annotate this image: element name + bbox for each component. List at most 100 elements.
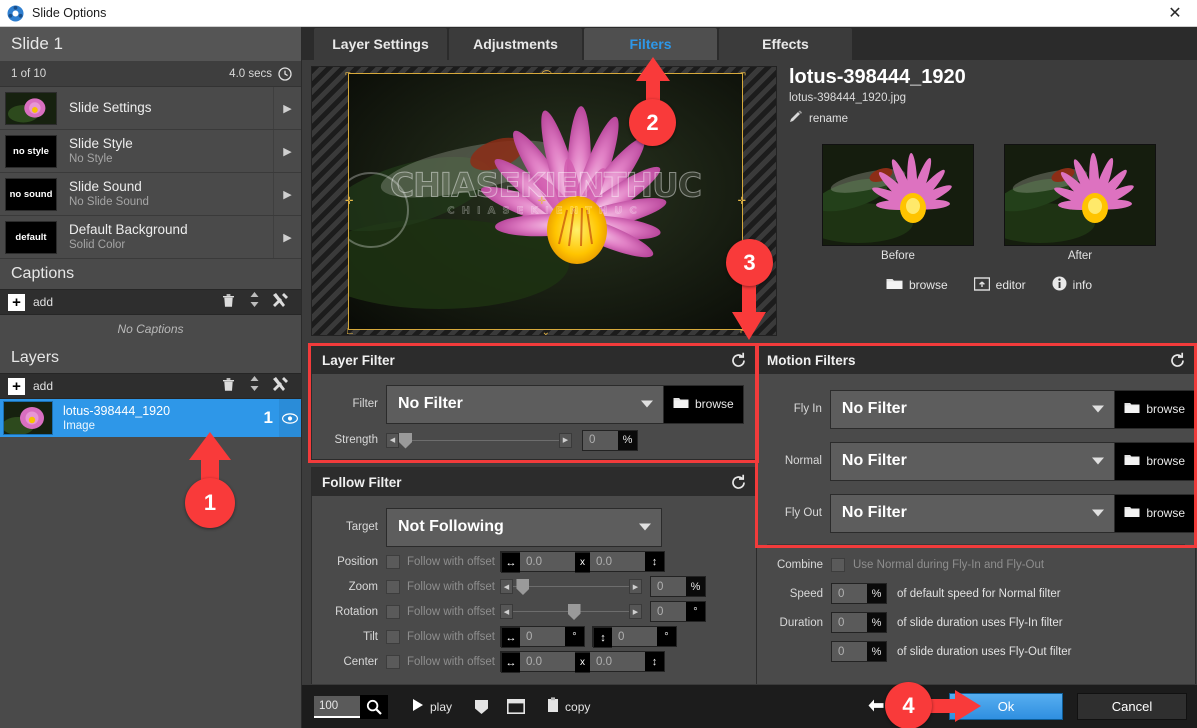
filter-value: No Filter: [398, 395, 463, 412]
strength-input[interactable]: 0 %: [582, 429, 638, 451]
shield-icon[interactable]: [474, 699, 489, 715]
tab-effects[interactable]: Effects: [719, 28, 852, 60]
reorder-icon[interactable]: [241, 375, 267, 397]
tilt-h-input[interactable]: ↔ 0 °: [500, 626, 585, 648]
slide-meta: 1 of 10 4.0 secs: [0, 61, 301, 87]
cancel-button[interactable]: Cancel: [1077, 693, 1187, 720]
normal-select[interactable]: No Filter: [829, 441, 1116, 481]
tools-icon[interactable]: [267, 376, 293, 397]
chevron-right-icon[interactable]: ▶: [273, 130, 301, 172]
slide-preview[interactable]: CHIASEKIENTHUC CHIASEKIENTHUC ⌐ ¬ ∟ ⌐ ⌒ …: [311, 66, 777, 336]
sidebar-item-label: Slide Settings: [69, 100, 152, 115]
filter-browse-button[interactable]: browse: [664, 384, 744, 424]
sidebar-item-default-background[interactable]: default Default Background Solid Color ▶: [0, 216, 301, 259]
folder-icon: [1124, 402, 1140, 417]
rename-button[interactable]: rename: [789, 110, 1189, 127]
close-icon[interactable]: ✕: [1153, 0, 1197, 26]
sidebar-item-slide-sound[interactable]: no sound Slide Sound No Slide Sound ▶: [0, 173, 301, 216]
combine-checkbox[interactable]: [831, 558, 845, 572]
zoom-control[interactable]: 100: [314, 694, 388, 719]
follow-row-rotation: Rotation Follow with offset ◀ ▶ 0 °: [312, 599, 756, 624]
captions-add-label[interactable]: add: [33, 295, 53, 309]
fly-out-browse-button[interactable]: browse: [1115, 493, 1195, 533]
reset-icon[interactable]: [1169, 352, 1186, 369]
chevron-right-icon[interactable]: ▶: [273, 87, 301, 129]
duration-in-input[interactable]: 0 %: [831, 612, 887, 633]
arrow-vertical-icon: ↕: [593, 627, 612, 648]
captions-empty-text: No Captions: [0, 315, 301, 343]
chevron-right-icon[interactable]: ▶: [273, 216, 301, 258]
strength-slider[interactable]: ◀ ▶: [386, 432, 572, 449]
follow-filter-panel: Follow Filter Target Not Following Posit…: [311, 467, 757, 695]
tab-adjustments[interactable]: Adjustments: [449, 28, 582, 60]
tilt-v-input[interactable]: ↕ 0 °: [592, 626, 677, 648]
reorder-icon[interactable]: [241, 291, 267, 313]
slider-right-icon[interactable]: ▶: [629, 579, 642, 594]
slider-right-icon[interactable]: ▶: [629, 604, 642, 619]
zoom-checkbox[interactable]: [386, 579, 400, 594]
sidebar-item-sublabel: No Style: [69, 153, 113, 165]
window-icon[interactable]: [507, 699, 526, 714]
duration-out-input[interactable]: 0 %: [831, 641, 887, 662]
sidebar-item-slide-style[interactable]: no style Slide Style No Style ▶: [0, 130, 301, 173]
trash-icon[interactable]: [215, 376, 241, 397]
layers-add-label[interactable]: add: [33, 379, 53, 393]
reset-icon[interactable]: [730, 474, 747, 491]
reset-icon[interactable]: [730, 352, 747, 369]
sidebar-item-label: Slide Style: [69, 136, 133, 151]
fly-out-select[interactable]: No Filter: [829, 493, 1116, 533]
arrow-horizontal-icon: ↔: [501, 552, 520, 573]
tilt-label: Tilt: [363, 630, 378, 643]
normal-browse-button[interactable]: browse: [1115, 441, 1195, 481]
sidebar-item-slide-settings[interactable]: Slide Settings ▶: [0, 87, 301, 130]
center-checkbox[interactable]: [386, 654, 400, 669]
rotation-slider[interactable]: ◀ ▶: [500, 603, 642, 620]
layers-heading: Layers: [0, 343, 301, 373]
fly-in-select[interactable]: No Filter: [829, 389, 1116, 429]
slider-left-icon[interactable]: ◀: [500, 604, 513, 619]
duration-label: Duration: [779, 616, 823, 629]
zoom-input[interactable]: 0 %: [650, 576, 706, 597]
after-label: After: [1067, 250, 1093, 262]
chevron-right-icon[interactable]: ▶: [273, 173, 301, 215]
browse-button[interactable]: browse: [886, 276, 948, 294]
tilt-checkbox[interactable]: [386, 629, 400, 644]
add-icon[interactable]: +: [8, 293, 25, 311]
fly-out-label: Fly Out: [784, 507, 822, 519]
zoom-input[interactable]: 100: [314, 695, 360, 718]
copy-button[interactable]: copy: [547, 697, 590, 716]
tab-layer-settings[interactable]: Layer Settings: [314, 28, 447, 60]
target-select[interactable]: Not Following: [386, 507, 662, 547]
play-button[interactable]: play: [412, 698, 452, 715]
magnifier-icon[interactable]: [360, 694, 388, 719]
list-item[interactable]: lotus-398444_1920 Image 1: [0, 399, 301, 437]
slider-left-icon[interactable]: ◀: [386, 432, 399, 448]
xy-separator: x: [575, 552, 590, 573]
filter-select[interactable]: No Filter: [386, 384, 664, 424]
speed-input[interactable]: 0 %: [831, 583, 887, 604]
tab-filters[interactable]: Filters: [584, 28, 717, 60]
center-x-input[interactable]: ↔ 0.0 x 0.0 ↕: [500, 651, 665, 673]
tools-icon[interactable]: [267, 292, 293, 313]
eye-icon[interactable]: [279, 399, 301, 437]
position-checkbox[interactable]: [386, 554, 400, 569]
normal-label: Normal: [784, 455, 822, 467]
info-button[interactable]: info: [1052, 276, 1092, 294]
zoom-slider[interactable]: ◀ ▶: [500, 578, 642, 595]
slider-left-icon[interactable]: ◀: [500, 579, 513, 594]
position-x-input[interactable]: ↔ 0.0 x 0.0 ↕: [500, 551, 665, 573]
chevron-down-icon: [641, 400, 653, 408]
motion-filters-panel: Motion Filters Fly In No Filter browse N…: [756, 345, 1196, 695]
editor-button[interactable]: editor: [973, 276, 1026, 294]
chevron-down-icon: [1092, 457, 1105, 465]
fly-in-browse-button[interactable]: browse: [1115, 389, 1195, 429]
rotation-checkbox[interactable]: [386, 604, 400, 619]
trash-icon[interactable]: [215, 292, 241, 313]
add-icon[interactable]: +: [8, 377, 25, 395]
play-icon: [412, 698, 424, 715]
bottom-toolbar: 100 play copy Ok Cancel: [302, 684, 1197, 728]
combine-row: Combine Use Normal during Fly-In and Fly…: [757, 551, 1195, 579]
slider-right-icon[interactable]: ▶: [559, 432, 572, 448]
sidebar-item-label: Slide Sound: [69, 179, 142, 194]
rotation-input[interactable]: 0 °: [650, 601, 706, 622]
